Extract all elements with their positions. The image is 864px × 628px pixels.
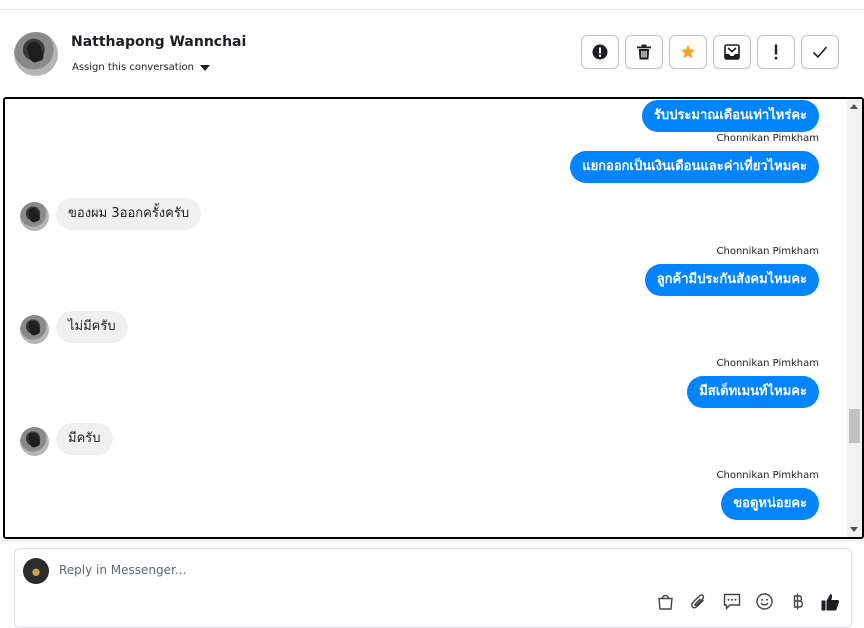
star-icon [680,44,696,59]
composer-actions [655,591,841,612]
message-bubble-incoming[interactable]: ของผม 3ออกครั้งครับ [56,198,202,230]
message-sender: Chonnikan Pimkham [716,470,819,481]
archive-button[interactable] [713,35,751,69]
message-bubble-incoming[interactable]: ไม่มีครับ [56,311,128,343]
message-sender: Chonnikan Pimkham [716,133,819,144]
message-thread[interactable]: รับประมาณเดือนเท่าไหร่คะ Chonnikan Pimkh… [3,97,864,539]
composer-divider [0,540,864,541]
thread-scrollbar[interactable] [847,99,862,537]
contact-avatar-small [20,427,49,456]
paperclip-icon[interactable] [688,591,709,612]
contact-name[interactable]: Natthapong Wannchai [71,34,246,50]
contact-avatar-small [20,315,49,344]
trash-icon [637,44,651,60]
delete-button[interactable] [625,35,663,69]
message-bubble-outgoing[interactable]: แยกออกเป็นเงินเดือนและค่าเที่ยวไหมคะ [570,151,819,183]
baht-icon[interactable] [787,591,808,612]
follow-up-button[interactable] [757,35,795,69]
message-bubble-outgoing[interactable]: รับประมาณเดือนเท่าไหร่คะ [641,100,819,132]
emoji-icon[interactable] [754,591,775,612]
checkmark-icon [812,46,828,59]
conversation-panel: Natthapong Wannchai Assign this conversa… [0,0,864,628]
saved-reply-icon[interactable] [721,591,742,612]
reply-composer [14,548,852,628]
caret-down-icon [199,64,210,71]
message-sender: Chonnikan Pimkham [716,358,819,369]
mark-done-button[interactable] [801,35,839,69]
report-spam-button[interactable] [581,35,619,69]
star-button[interactable] [669,35,707,69]
conversation-header: Natthapong Wannchai Assign this conversa… [0,10,864,96]
reply-input[interactable] [59,563,659,577]
scroll-down-arrow-icon[interactable] [850,527,858,532]
contact-avatar[interactable] [14,32,58,76]
shopping-bag-icon[interactable] [655,591,676,612]
assign-conversation-dropdown[interactable]: Assign this conversation [72,62,210,73]
exclamation-circle-icon [592,44,608,60]
scrollbar-thumb[interactable] [849,409,860,443]
exclamation-icon [774,44,778,60]
message-bubble-outgoing[interactable]: ขอดูหน่อยคะ [721,488,819,520]
message-bubble-incoming[interactable]: มีครับ [56,423,113,455]
scroll-up-arrow-icon[interactable] [850,104,858,109]
message-sender: Chonnikan Pimkham [716,246,819,257]
thumbs-up-icon[interactable] [820,591,841,612]
message-bubble-outgoing[interactable]: มีสเต็ทเมนท์ไหมคะ [687,376,819,408]
conversation-actions [581,35,839,69]
inbox-archive-icon [724,44,740,60]
message-bubble-outgoing[interactable]: ลูกค้ามีประกันสังคมไหมคะ [644,264,819,296]
page-avatar [23,558,49,584]
assign-label: Assign this conversation [72,62,194,73]
contact-avatar-small [20,202,49,231]
